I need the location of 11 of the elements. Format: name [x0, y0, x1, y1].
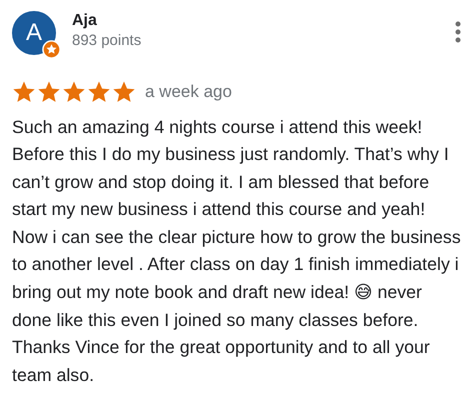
star-icon [37, 80, 61, 104]
star-icon [62, 80, 86, 104]
review-text: Such an amazing 4 nights course i attend this week! Before this I do my business just randomly. That’s why I can’t grow and stop doing it. I am blessed that before start my new business i attend this course and yeah! Now i can see the clear picture how to grow the business to another level . After class on day 1 finish immediately i bring out my note book and draft new idea! 😅 never done like this even I joined so many classes before. Thanks Vince for the great opportunity and to all your team also. [12, 116, 462, 387]
review-time: a week ago [145, 81, 232, 103]
reviewer-points: 893 points [72, 31, 142, 51]
star-icon [87, 80, 111, 104]
more-options-icon[interactable] [454, 21, 462, 43]
reviewer-name[interactable]: Aja [72, 11, 454, 31]
star-icon [112, 80, 136, 104]
avatar: A [12, 11, 56, 55]
star-icon [12, 80, 36, 104]
